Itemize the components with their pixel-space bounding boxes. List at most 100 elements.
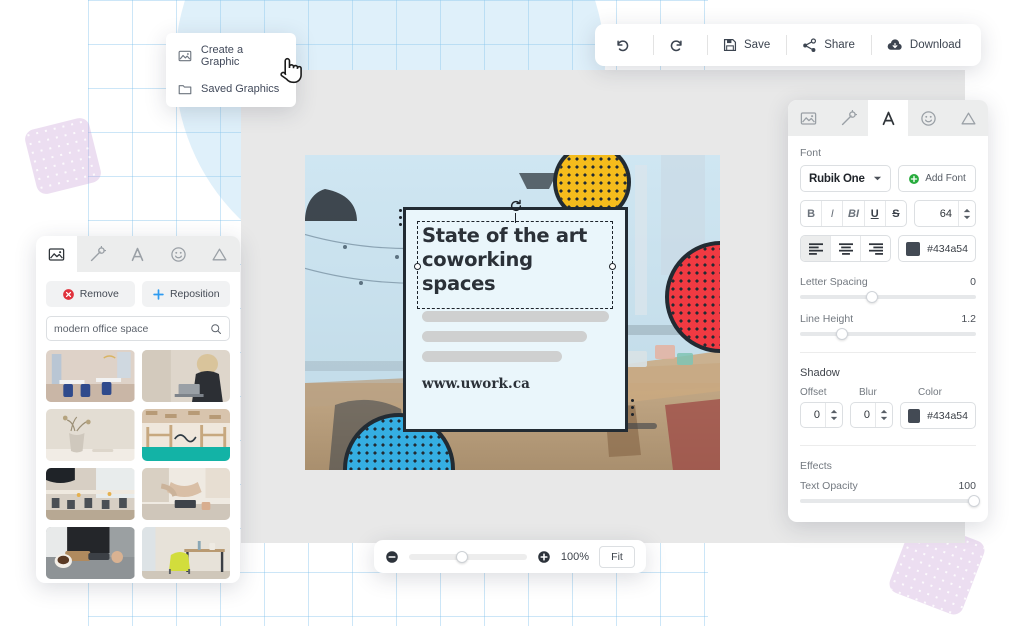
search-input[interactable]: modern office space: [46, 316, 230, 341]
share-icon: [802, 38, 817, 53]
bold-italic-button[interactable]: BI: [843, 201, 864, 226]
smiley-icon: [170, 246, 187, 263]
top-toolbar: Save Share Download: [595, 24, 981, 66]
card-handle-dots-left[interactable]: [399, 209, 402, 230]
tab-shapes[interactable]: [199, 236, 240, 272]
shadow-offset-label: Offset: [800, 387, 852, 398]
thumbnail-image: [46, 409, 135, 461]
redo-icon: [669, 38, 684, 53]
bold-button[interactable]: B: [801, 201, 822, 226]
selection-handle-right[interactable]: [609, 263, 616, 270]
thumbnail-busy-coworking-hall[interactable]: [46, 468, 135, 520]
placeholder-bar: [422, 311, 609, 322]
download-button[interactable]: Download: [871, 24, 977, 66]
reposition-button[interactable]: Reposition: [142, 281, 231, 307]
strikethrough-button[interactable]: S: [886, 201, 906, 226]
share-button[interactable]: Share: [786, 24, 871, 66]
align-center-button[interactable]: [831, 236, 861, 261]
tab-effects[interactable]: [77, 236, 118, 272]
effects-section-title: Effects: [800, 460, 976, 472]
underline-button[interactable]: U: [865, 201, 886, 226]
shadow-section-title: Shadow: [800, 367, 976, 379]
magic-wand-icon: [89, 246, 106, 263]
chevron-up-icon[interactable]: [880, 409, 888, 414]
text-properties-panel: Font Rubik One Add Font B I BI: [788, 100, 988, 522]
align-right-button[interactable]: [861, 236, 890, 261]
thumbnail-image: [142, 409, 231, 461]
text-icon: [880, 110, 897, 127]
image-icon: [48, 246, 65, 263]
tab-text[interactable]: [118, 236, 159, 272]
reposition-label: Reposition: [170, 288, 220, 300]
tab-images[interactable]: [788, 100, 828, 136]
chevron-up-icon[interactable]: [830, 409, 838, 414]
shadow-color-picker[interactable]: #434a54: [900, 402, 976, 429]
thumbnail-image: [46, 350, 135, 402]
zoom-in-button[interactable]: [537, 550, 551, 564]
shadow-blur-stepper[interactable]: 0: [850, 402, 893, 428]
text-opacity-slider[interactable]: [800, 499, 976, 503]
search-input-value: modern office space: [54, 323, 210, 335]
shadow-field-labels: Offset Blur Color: [800, 387, 976, 398]
italic-button[interactable]: I: [822, 201, 843, 226]
shadow-blur-value: 0: [851, 409, 875, 421]
image-results-grid: [46, 350, 230, 579]
save-button[interactable]: Save: [707, 24, 786, 66]
add-font-button[interactable]: Add Font: [898, 165, 976, 192]
letter-spacing-slider[interactable]: [800, 295, 976, 299]
align-left-button[interactable]: [801, 236, 831, 261]
text-icon: [129, 246, 146, 263]
chevron-down-icon[interactable]: [963, 215, 971, 220]
shadow-blur-arrows[interactable]: [875, 403, 892, 427]
text-selection-box[interactable]: [417, 221, 613, 309]
font-size-stepper[interactable]: 64: [914, 200, 976, 227]
thumbnail-woman-with-laptop[interactable]: [142, 350, 231, 402]
thumbnail-create-mural-wall[interactable]: [142, 409, 231, 461]
font-family-select[interactable]: Rubik One: [800, 165, 891, 192]
canvas-url[interactable]: www.uwork.ca: [422, 376, 609, 392]
line-height-value: 1.2: [961, 313, 976, 325]
text-style-row: B I BI U S 64: [800, 200, 976, 227]
tab-images[interactable]: [36, 236, 77, 272]
tab-shapes[interactable]: [948, 100, 988, 136]
tab-stickers[interactable]: [158, 236, 199, 272]
search-icon[interactable]: [210, 323, 222, 335]
thumbnail-cafe-interior-blue-chairs[interactable]: [46, 350, 135, 402]
zoom-out-button[interactable]: [385, 550, 399, 564]
remove-button[interactable]: Remove: [46, 281, 135, 307]
fit-button[interactable]: Fit: [599, 546, 635, 568]
zoom-level-value: 100%: [561, 551, 589, 563]
shadow-offset-arrows[interactable]: [825, 403, 842, 427]
chevron-down-icon[interactable]: [880, 416, 888, 421]
thumbnail-yellow-chair-desk[interactable]: [142, 527, 231, 579]
undo-button[interactable]: [599, 24, 653, 66]
thumbnail-image: [142, 350, 231, 402]
redo-button[interactable]: [653, 24, 707, 66]
chevron-down-icon[interactable]: [830, 416, 838, 421]
menu-label-saved-graphics: Saved Graphics: [201, 83, 279, 95]
tab-effects[interactable]: [828, 100, 868, 136]
thumbnail-vase-on-desk[interactable]: [46, 409, 135, 461]
rotate-icon[interactable]: [509, 199, 523, 213]
text-color-picker[interactable]: #434a54: [898, 235, 976, 262]
font-size-arrows[interactable]: [958, 201, 975, 226]
chevron-up-icon[interactable]: [963, 208, 971, 213]
thumbnail-coffee-and-notebook[interactable]: [46, 527, 135, 579]
line-height-knob[interactable]: [836, 328, 848, 340]
line-height-slider[interactable]: [800, 332, 976, 336]
text-opacity-value: 100: [958, 480, 976, 492]
shadow-offset-stepper[interactable]: 0: [800, 402, 843, 428]
text-opacity-knob[interactable]: [968, 495, 980, 507]
tab-stickers[interactable]: [908, 100, 948, 136]
tab-text[interactable]: [868, 100, 908, 136]
zoom-slider-knob[interactable]: [456, 551, 468, 563]
design-canvas[interactable]: State of the art coworking spaces www.uw…: [305, 155, 720, 470]
save-label: Save: [744, 39, 770, 51]
images-panel: Remove Reposition modern office space: [36, 236, 240, 583]
card-handle-dots-right[interactable]: [631, 399, 634, 420]
letter-spacing-knob[interactable]: [866, 291, 878, 303]
font-size-value: 64: [915, 208, 958, 220]
zoom-slider[interactable]: [409, 554, 527, 560]
thumbnail-handshake-over-desk[interactable]: [142, 468, 231, 520]
selection-handle-left[interactable]: [414, 263, 421, 270]
